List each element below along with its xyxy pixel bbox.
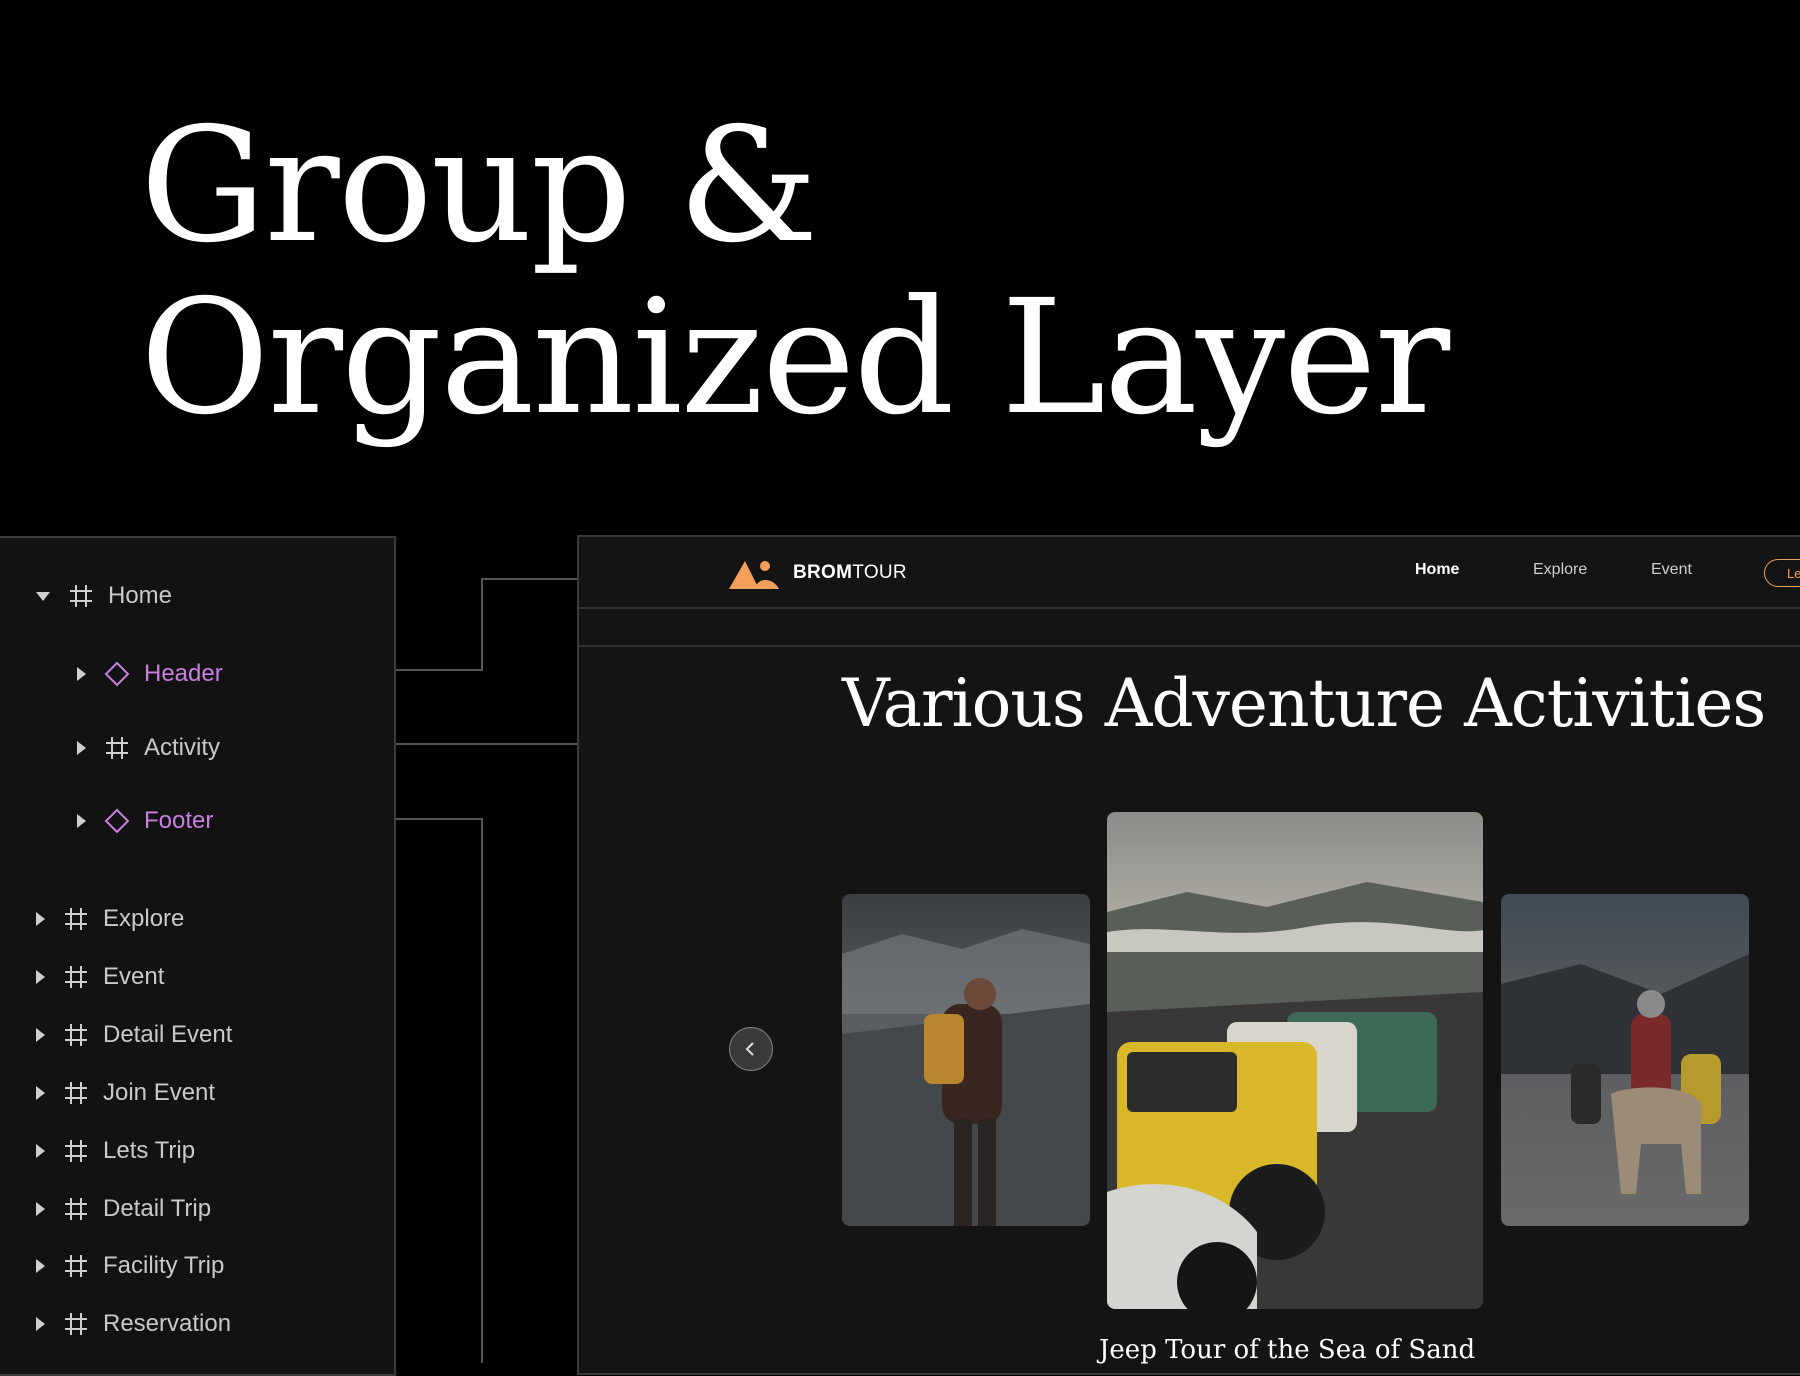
- activity-card-horse[interactable]: [1501, 894, 1749, 1226]
- layer-label: Join Event: [103, 1079, 216, 1106]
- activity-card-jeep[interactable]: [1107, 812, 1483, 1309]
- connector-header-h2: [481, 578, 579, 580]
- cta-button[interactable]: Le: [1764, 559, 1800, 587]
- layer-label: Explore: [103, 905, 185, 932]
- frame-icon: [65, 908, 87, 930]
- caret-down-icon[interactable]: [36, 591, 50, 601]
- caret-right-icon[interactable]: [36, 970, 45, 984]
- card-caption: Jeep Tour of the Sea of Sand: [1099, 1335, 1476, 1365]
- horse-riders-image: [1501, 894, 1749, 1226]
- caret-right-icon[interactable]: [36, 1259, 45, 1273]
- layers-panel: Home Header Activity Footer Explore Even…: [0, 536, 396, 1376]
- chevron-left-icon: [745, 1042, 754, 1056]
- layer-activity[interactable]: Activity: [77, 728, 220, 768]
- website-preview: BROMTOUR Home Explore Event Le Various A…: [577, 535, 1800, 1375]
- layer-label-footer: Footer: [144, 807, 214, 834]
- hero-title-line2: Organized Layer: [140, 266, 1450, 450]
- layer-reservation[interactable]: Reservation: [36, 1304, 231, 1344]
- frame-icon: [106, 737, 128, 759]
- caret-right-icon[interactable]: [36, 1028, 45, 1042]
- layer-label-activity: Activity: [144, 734, 221, 761]
- frame-icon: [65, 1255, 87, 1277]
- layer-facility-trip[interactable]: Facility Trip: [36, 1246, 224, 1286]
- activity-card-hiking[interactable]: [842, 894, 1090, 1226]
- nav-explore[interactable]: Explore: [1533, 561, 1587, 579]
- carousel-prev-button[interactable]: [729, 1027, 773, 1071]
- section-title: Various Adventure Activities: [842, 665, 1766, 742]
- frame-icon: [65, 1082, 87, 1104]
- nav-event[interactable]: Event: [1651, 561, 1692, 579]
- hiker-image: [842, 894, 1090, 1226]
- layer-footer[interactable]: Footer: [77, 801, 213, 841]
- hero-title: Group & Organized Layer: [140, 94, 1450, 450]
- mountain-logo-icon: [729, 561, 779, 589]
- layer-label-home: Home: [108, 582, 173, 609]
- caret-right-icon[interactable]: [36, 1202, 45, 1216]
- layer-header[interactable]: Header: [77, 654, 223, 694]
- nav-home[interactable]: Home: [1415, 561, 1459, 579]
- caret-right-icon[interactable]: [36, 912, 45, 926]
- frame-icon: [65, 1024, 87, 1046]
- site-logo[interactable]: BROMTOUR: [729, 557, 907, 589]
- layer-lets-trip[interactable]: Lets Trip: [36, 1131, 195, 1171]
- caret-right-icon[interactable]: [36, 1144, 45, 1158]
- frame-icon: [70, 585, 92, 607]
- layer-home[interactable]: Home: [36, 576, 172, 616]
- layer-label: Lets Trip: [103, 1137, 196, 1164]
- caret-right-icon[interactable]: [77, 741, 86, 755]
- brand-rest: TOUR: [852, 562, 907, 583]
- connector-header-v: [481, 578, 483, 671]
- layer-label: Detail Trip: [103, 1195, 212, 1222]
- frame-icon: [65, 1313, 87, 1335]
- layer-explore[interactable]: Explore: [36, 899, 184, 939]
- layer-label: Detail Event: [103, 1021, 233, 1048]
- caret-right-icon[interactable]: [36, 1317, 45, 1331]
- layer-detail-event[interactable]: Detail Event: [36, 1015, 232, 1055]
- site-header: BROMTOUR Home Explore Event Le: [579, 537, 1800, 609]
- frame-icon: [65, 1198, 87, 1220]
- layer-join-event[interactable]: Join Event: [36, 1073, 215, 1113]
- frame-icon: [65, 1140, 87, 1162]
- caret-right-icon[interactable]: [77, 814, 86, 828]
- caret-right-icon[interactable]: [77, 667, 86, 681]
- caret-right-icon[interactable]: [36, 1086, 45, 1100]
- header-band: [579, 609, 1800, 647]
- frame-icon: [65, 966, 87, 988]
- connector-footer-v: [481, 818, 483, 1363]
- layer-detail-trip[interactable]: Detail Trip: [36, 1189, 211, 1229]
- brand-bold: BROM: [793, 562, 853, 583]
- component-icon: [104, 661, 130, 687]
- layer-label-header: Header: [144, 660, 223, 687]
- component-icon: [104, 808, 130, 834]
- layer-label: Reservation: [103, 1310, 232, 1337]
- layer-label: Event: [103, 963, 165, 990]
- hero-title-line1: Group &: [140, 94, 819, 278]
- layer-label: Facility Trip: [103, 1252, 225, 1279]
- brand-name: BROMTOUR: [793, 562, 907, 584]
- jeep-image: [1107, 812, 1483, 1309]
- layer-event[interactable]: Event: [36, 957, 164, 997]
